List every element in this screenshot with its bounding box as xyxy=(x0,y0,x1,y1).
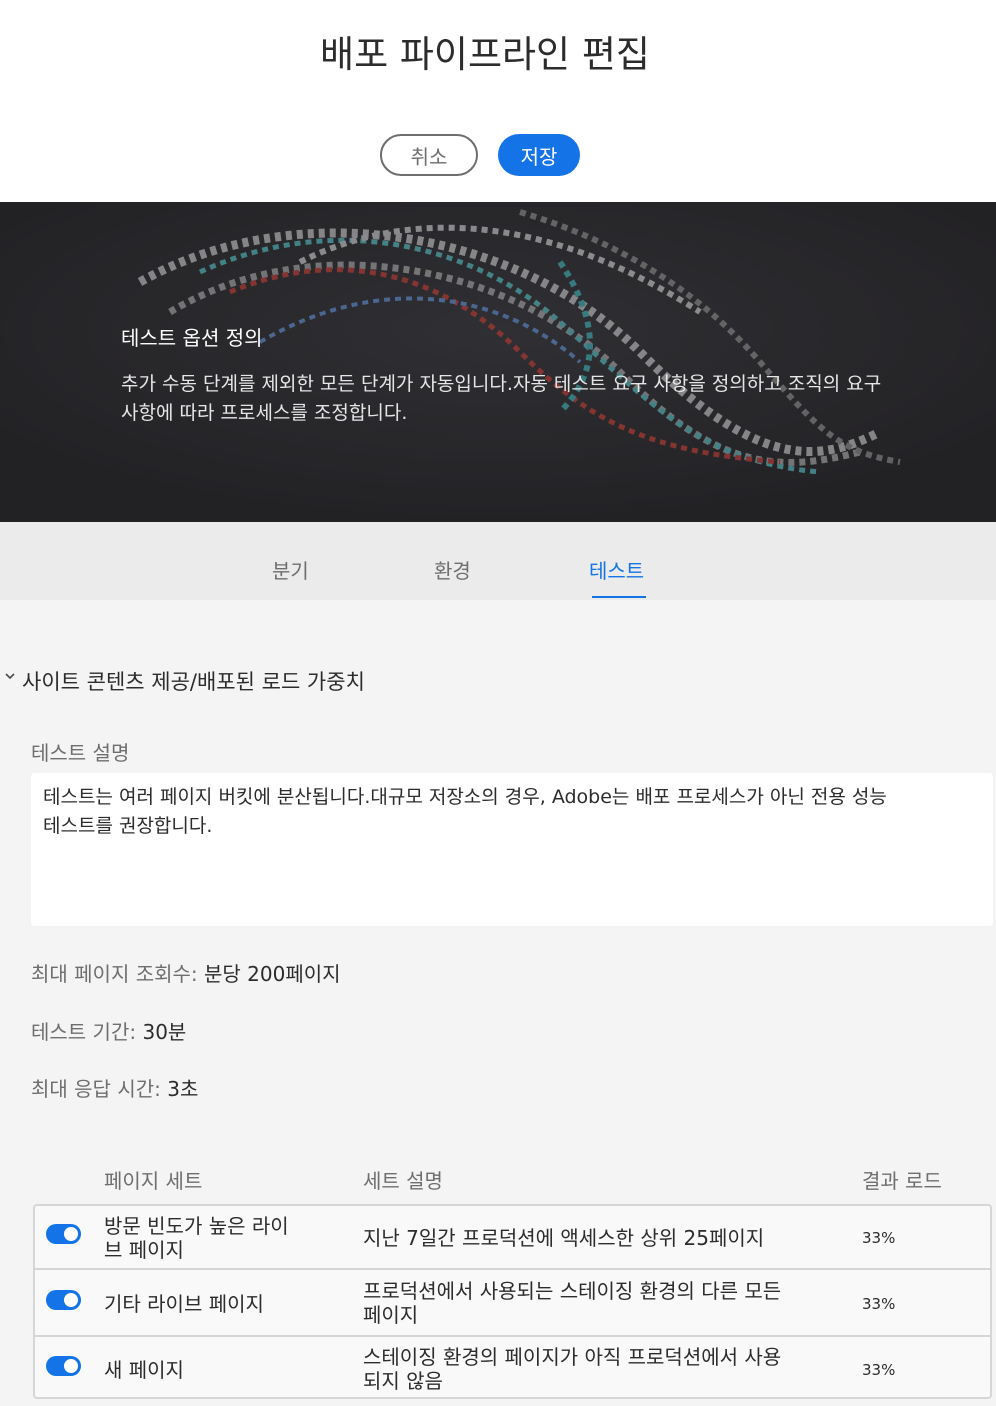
setting-label: 테스트 기간: xyxy=(31,1020,137,1044)
row-set-description: 스테이징 환경의 페이지가 아직 프로덕션에서 사용되지 않음 xyxy=(363,1345,782,1393)
hero-description: 추가 수동 단계를 제외한 모든 단계가 자동입니다.자동 테스트 요구 사항을… xyxy=(121,373,882,424)
setting-max-page-views: 최대 페이지 조회수: 분당 200페이지 xyxy=(31,958,341,987)
setting-label: 최대 페이지 조회수: xyxy=(31,962,198,986)
row-page-set-name: 방문 빈도가 높은 라이브 페이지 xyxy=(104,1214,289,1262)
setting-value: 30분 xyxy=(136,1020,187,1044)
hero-title: 테스트 옵션 정의 xyxy=(121,326,263,350)
setting-max-response-time: 최대 응답 시간: 3초 xyxy=(31,1073,198,1102)
tab-bar xyxy=(0,522,996,600)
page-title: 배포 파이프라인 편집 xyxy=(320,33,650,76)
row-page-set-name: 기타 라이브 페이지 xyxy=(104,1292,264,1316)
row-result-load: 33% xyxy=(862,1229,896,1247)
row-divider xyxy=(33,1268,992,1270)
row-toggle-switch[interactable] xyxy=(46,1356,81,1376)
setting-value: 분당 200페이지 xyxy=(197,962,341,986)
chevron-down-icon[interactable] xyxy=(4,670,18,684)
active-tab-indicator xyxy=(592,596,646,598)
save-button[interactable]: 저장 xyxy=(498,134,580,176)
row-page-set-name: 새 페이지 xyxy=(104,1358,184,1382)
column-header-result-load: 결과 로드 xyxy=(862,1169,942,1193)
row-toggle-switch[interactable] xyxy=(46,1224,81,1244)
hero-banner: 테스트 옵션 정의 추가 수동 단계를 제외한 모든 단계가 자동입니다.자동 … xyxy=(0,202,996,522)
row-set-description: 지난 7일간 프로덕션에 액세스한 상위 25페이지 xyxy=(363,1226,765,1250)
row-divider xyxy=(33,1335,992,1337)
setting-value: 3초 xyxy=(160,1077,199,1101)
tab-branch[interactable]: 분기 xyxy=(272,555,309,584)
section-title[interactable]: 사이트 콘텐츠 제공/배포된 로드 가중치 xyxy=(22,666,365,696)
column-header-page-set: 페이지 세트 xyxy=(104,1169,203,1193)
test-description-text: 테스트는 여러 페이지 버킷에 분산됩니다.대규모 저장소의 경우, Adobe… xyxy=(43,786,887,837)
row-set-description: 프로덕션에서 사용되는 스테이징 환경의 다른 모든 페이지 xyxy=(363,1279,782,1327)
tab-environment[interactable]: 환경 xyxy=(434,555,471,584)
test-description-label: 테스트 설명 xyxy=(31,741,130,765)
setting-test-duration: 테스트 기간: 30분 xyxy=(31,1016,186,1045)
row-result-load: 33% xyxy=(862,1295,896,1313)
hero-background-graphic xyxy=(0,202,996,522)
page-header: 배포 파이프라인 편집 취소 저장 xyxy=(0,0,996,202)
setting-label: 최대 응답 시간: xyxy=(31,1077,161,1101)
cancel-button[interactable]: 취소 xyxy=(380,134,478,176)
column-header-set-description: 세트 설명 xyxy=(363,1169,443,1193)
tab-test[interactable]: 테스트 xyxy=(589,555,644,584)
row-toggle-switch[interactable] xyxy=(46,1290,81,1310)
row-result-load: 33% xyxy=(862,1361,896,1379)
